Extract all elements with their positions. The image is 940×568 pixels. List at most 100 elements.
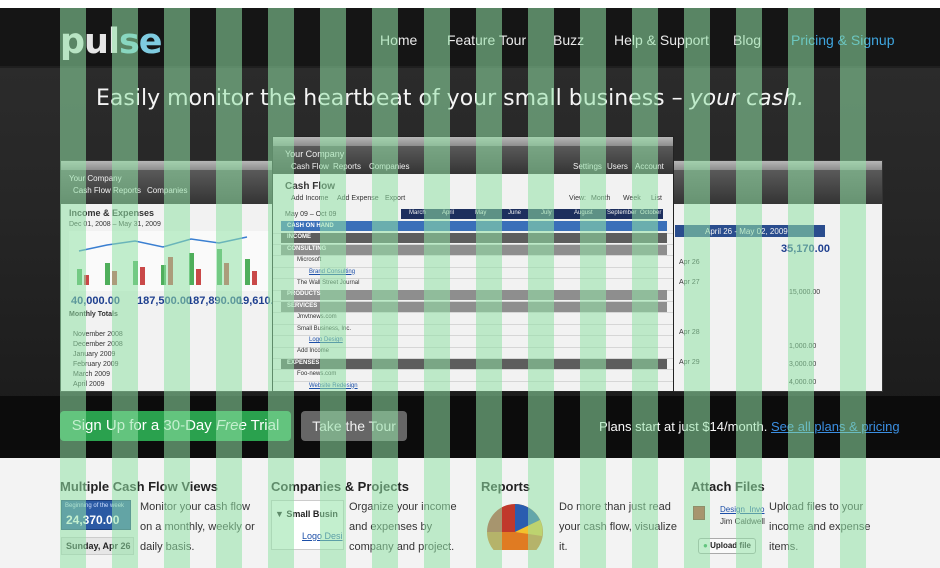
feature-title-attach: Attach Files	[691, 479, 765, 494]
ledger-row-label: Small Business, Inc.	[297, 325, 352, 332]
window-titlebar	[669, 161, 882, 170]
center-view-week[interactable]: Week	[623, 195, 641, 202]
views-widget: Beginning of the week 24,370.00	[61, 500, 131, 530]
nav-buzz[interactable]: Buzz	[553, 32, 584, 48]
center-users[interactable]: Users	[607, 162, 628, 171]
plans-pricing-link[interactable]: See all plans & pricing	[771, 419, 900, 434]
month-header: May	[475, 210, 487, 216]
left-total-4: 19,610.00	[237, 295, 274, 307]
right-date-3: Apr 28	[679, 329, 700, 336]
center-range: May 09 – Oct 09	[285, 211, 337, 218]
ledger-row-label[interactable]: Brand Consulting	[309, 269, 355, 275]
ledger-row-label: SERVICES	[287, 302, 318, 309]
center-add-income[interactable]: Add Income	[291, 195, 328, 202]
income-expense-chart	[69, 231, 269, 291]
nav-feature-tour[interactable]: Feature Tour	[447, 32, 526, 48]
left-tab-reports: Reports	[113, 186, 142, 195]
month-header: April	[442, 210, 455, 216]
center-tab-cashflow[interactable]: Cash Flow	[291, 162, 329, 171]
center-settings[interactable]: Settings	[573, 162, 602, 171]
center-add-expense[interactable]: Add Expense	[337, 195, 379, 202]
left-month-3: January 2009	[73, 351, 116, 358]
companies-widget: ▼ Small Busin Logo Desi	[271, 500, 344, 550]
app-header	[669, 170, 882, 204]
right-app-screenshot: April 26 - May 02, 2009 35,170.00 Apr 26…	[668, 160, 883, 392]
views-widget-label: Beginning of the week	[65, 503, 125, 509]
feature-text-attach: Upload files to your income and expense …	[769, 501, 871, 553]
ledger-divider	[273, 369, 673, 371]
feature-text-companies: Organize your income and expenses by com…	[349, 501, 457, 553]
ledger-divider	[273, 323, 673, 325]
ledger-group-bg	[281, 290, 667, 301]
companies-widget-link[interactable]: Logo Desi	[302, 531, 343, 541]
left-month-4: February 2009	[73, 361, 119, 368]
center-view-month[interactable]: Month	[591, 195, 610, 202]
month-header: September	[607, 210, 637, 216]
left-total-1: 40,000.00	[71, 295, 120, 307]
feature-text-reports: Do more than just read your cash flow, v…	[559, 501, 677, 553]
nav-home[interactable]: Home	[380, 32, 417, 48]
cash-row-bg	[281, 221, 667, 231]
center-tab-companies[interactable]: Companies	[369, 162, 409, 171]
center-view-label: View:	[569, 195, 586, 202]
left-table-title: Monthly Totals	[69, 311, 118, 318]
ledger-group-bg	[281, 358, 667, 369]
feature-title-reports: Reports	[481, 479, 531, 494]
left-month-1: November 2008	[73, 331, 123, 338]
left-section-title: Income & Expenses	[69, 208, 155, 218]
window-titlebar	[273, 137, 673, 146]
right-date-1: Apr 26	[679, 259, 700, 266]
right-balance: 35,170.00	[781, 243, 830, 255]
ledger-group-bg	[281, 233, 667, 244]
feature-title-companies: Companies & Projects	[271, 479, 409, 494]
ledger-group-bg	[281, 301, 667, 312]
center-app-screenshot: Your Company Cash Flow Reports Companies…	[272, 136, 674, 392]
center-export[interactable]: Export	[385, 195, 405, 202]
feature-text-views: Monitor your cash flow on a monthly, wee…	[140, 501, 255, 553]
nav-blog[interactable]: Blog	[733, 32, 761, 48]
views-date-text: Sunday, Apr 26	[66, 541, 131, 551]
left-company: Your Company	[69, 174, 122, 183]
ledger-row-label[interactable]: Website Redesign	[309, 383, 358, 389]
ledger-row-label[interactable]: Logo Design	[309, 337, 343, 343]
reports-pie-icon	[487, 504, 543, 550]
month-header: July	[541, 210, 552, 216]
hero-tagline: Easily monitor the heartbeat of your sma…	[96, 86, 805, 111]
views-widget-value: 24,370.00	[66, 513, 120, 527]
ledger-divider	[273, 380, 673, 382]
month-header: October	[640, 210, 662, 216]
ledger-row-label[interactable]: Add Income	[297, 348, 329, 354]
right-amount-1: 15,000.00	[789, 289, 821, 296]
attach-file-name[interactable]: Design_Invo	[720, 505, 764, 514]
page: pulse Home Feature Tour Buzz Help & Supp…	[0, 0, 940, 568]
ledger-row-label: The Wall Street Journal	[297, 280, 360, 286]
month-header: March	[409, 210, 426, 216]
left-tab-cashflow: Cash Flow	[73, 186, 111, 195]
right-amount-3: 3,000.00	[789, 361, 817, 368]
ledger-row-label: Foo-news.com	[297, 371, 337, 378]
left-total-3: 187,890.00	[187, 295, 243, 307]
nav-help-support[interactable]: Help & Support	[614, 32, 709, 48]
upload-file-button[interactable]: ● Upload file	[698, 538, 756, 554]
ledger-divider	[273, 335, 673, 337]
views-widget-date: Sunday, Apr 26	[61, 537, 134, 555]
upload-icon: ●	[703, 541, 708, 550]
ledger-row-label: Jmvtnews.com	[297, 314, 337, 321]
center-account[interactable]: Account	[635, 162, 664, 171]
pulse-logo[interactable]: pulse	[60, 22, 163, 62]
left-range: Dec 01, 2008 – May 31, 2009	[69, 221, 161, 228]
nav-pricing-signup[interactable]: Pricing & Signup	[791, 32, 895, 48]
signup-trial-button[interactable]: Sign Up for a 30-Day Free Trial	[60, 411, 291, 441]
ledger-divider	[273, 255, 673, 257]
center-company: Your Company	[285, 149, 345, 159]
center-tab-reports[interactable]: Reports	[333, 162, 361, 171]
feature-title-views: Multiple Cash Flow Views	[60, 479, 218, 494]
left-total-2: 187,500.00	[137, 295, 193, 307]
center-view-list[interactable]: List	[651, 195, 662, 202]
pdf-icon	[693, 506, 705, 520]
attach-widget: Design_Invo Jim Caldwell ● Upload file	[693, 500, 765, 560]
left-month-6: April 2009	[73, 381, 105, 388]
month-header: June	[508, 210, 522, 216]
ledger-row-label: EXPENSES	[287, 359, 320, 366]
take-tour-button[interactable]: Take the Tour	[301, 411, 407, 441]
